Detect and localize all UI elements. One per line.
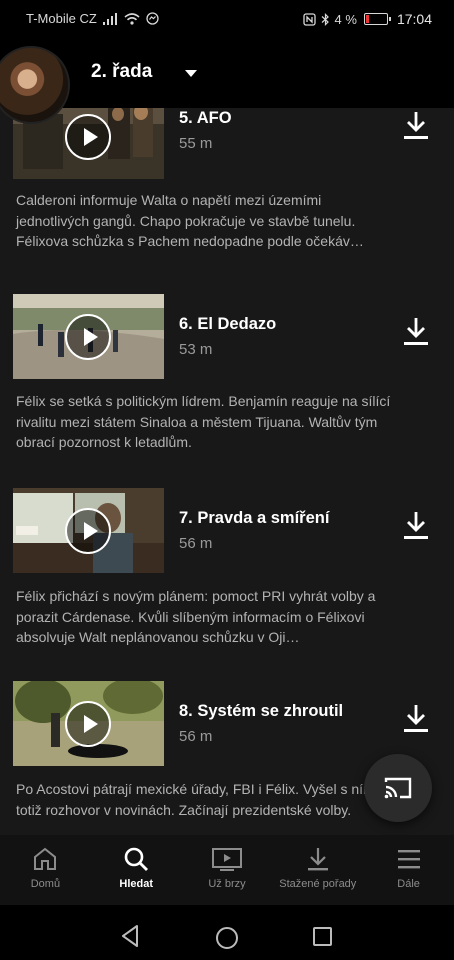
nfc-icon bbox=[302, 12, 316, 26]
signal-icon bbox=[102, 12, 117, 25]
home-button-icon[interactable] bbox=[216, 927, 238, 949]
episode-title: 5. AFO bbox=[179, 109, 232, 127]
play-icon[interactable] bbox=[65, 314, 111, 360]
cast-icon bbox=[384, 777, 412, 799]
battery-percent: 4 % bbox=[334, 11, 357, 27]
episode-duration: 55 m bbox=[179, 135, 213, 152]
nav-more[interactable]: Dále bbox=[363, 835, 454, 905]
carrier-label: T-Mobile CZ bbox=[26, 11, 97, 26]
download-icon[interactable] bbox=[403, 110, 429, 140]
nav-more-label: Dále bbox=[397, 878, 420, 890]
app-header: 2. řada bbox=[0, 38, 454, 124]
search-icon bbox=[124, 847, 149, 871]
coming-soon-icon bbox=[211, 848, 242, 871]
download-icon[interactable] bbox=[403, 510, 429, 540]
nav-home-label: Domů bbox=[30, 878, 61, 890]
episode-description: Félix přichází s novým plánem: pomoct PR… bbox=[16, 588, 376, 645]
battery-icon bbox=[363, 13, 391, 25]
episode-description: Calderoni informuje Walta o napětí mezi … bbox=[16, 192, 364, 249]
episode-title: 8. Systém se zhroutil bbox=[179, 702, 344, 720]
bottom-navigation: Domů Hledat Už brzy Stažené pořady Dále bbox=[0, 835, 454, 905]
season-selector-label[interactable]: 2. řada bbox=[91, 61, 152, 83]
episode-item[interactable]: 7. Pravda a smíření 56 m Félix přichází … bbox=[0, 488, 454, 678]
home-icon bbox=[34, 847, 57, 870]
episode-duration: 56 m bbox=[179, 728, 213, 745]
nav-search-label: Hledat bbox=[119, 878, 153, 890]
play-icon[interactable] bbox=[65, 508, 111, 554]
nav-home[interactable]: Domů bbox=[0, 835, 91, 905]
nav-coming-soon[interactable]: Už brzy bbox=[182, 835, 273, 905]
system-navigation-bar bbox=[0, 905, 454, 960]
episode-duration: 56 m bbox=[179, 535, 213, 552]
episode-list[interactable]: 5. AFO 55 m Calderoni informuje Walta o … bbox=[0, 108, 454, 835]
play-icon[interactable] bbox=[65, 701, 111, 747]
episode-thumbnail[interactable] bbox=[13, 488, 164, 573]
wifi-icon bbox=[124, 12, 140, 25]
episode-item[interactable]: 5. AFO 55 m Calderoni informuje Walta o … bbox=[0, 108, 454, 284]
episode-title: 6. El Dedazo bbox=[179, 315, 277, 333]
back-icon[interactable] bbox=[120, 923, 140, 949]
nav-downloads[interactable]: Stažené pořady bbox=[272, 835, 363, 905]
download-icon[interactable] bbox=[403, 703, 429, 733]
status-bar: T-Mobile CZ 4 % 17:04 bbox=[0, 0, 454, 38]
play-icon[interactable] bbox=[65, 114, 111, 160]
recent-apps-icon[interactable] bbox=[313, 927, 332, 946]
episode-description: Po Acostovi pátrají mexické úřady, FBI i… bbox=[16, 781, 375, 818]
episode-thumbnail[interactable] bbox=[13, 681, 164, 766]
nav-downloads-label: Stažené pořady bbox=[279, 878, 357, 890]
episode-item[interactable]: 6. El Dedazo 53 m Félix se setká s polit… bbox=[0, 294, 454, 484]
caret-down-icon[interactable] bbox=[185, 70, 197, 77]
clock: 17:04 bbox=[396, 11, 432, 27]
episode-title: 7. Pravda a smíření bbox=[179, 509, 330, 527]
menu-icon bbox=[397, 850, 420, 869]
bluetooth-icon bbox=[321, 12, 329, 26]
episode-description: Félix se setká s politickým lídrem. Benj… bbox=[16, 393, 391, 450]
episode-duration: 53 m bbox=[179, 341, 213, 358]
download-icon[interactable] bbox=[403, 316, 429, 346]
cast-button[interactable] bbox=[364, 754, 432, 822]
messenger-icon bbox=[146, 12, 159, 25]
episode-thumbnail[interactable] bbox=[13, 294, 164, 379]
download-icon bbox=[307, 848, 328, 871]
nav-search[interactable]: Hledat bbox=[91, 835, 182, 905]
nav-coming-soon-label: Už brzy bbox=[208, 878, 246, 890]
